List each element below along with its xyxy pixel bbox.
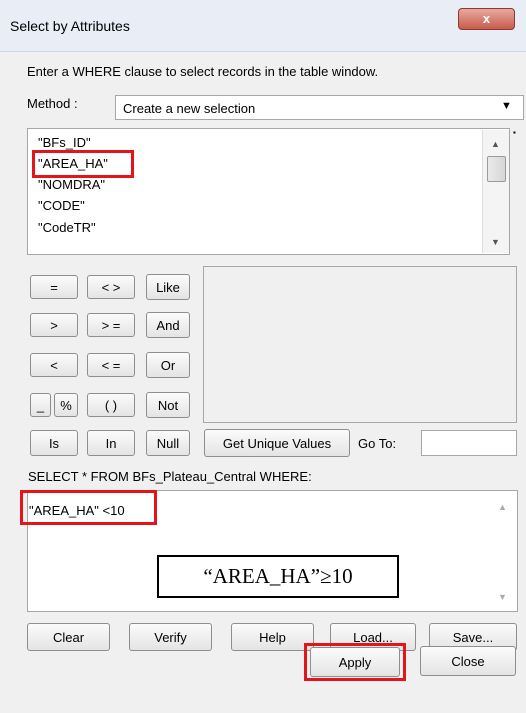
method-value: Create a new selection — [123, 101, 256, 116]
verify-button[interactable]: Verify — [129, 623, 212, 651]
scroll-up-icon[interactable]: ▲ — [491, 139, 500, 149]
highlight-apply — [304, 643, 406, 681]
null-button[interactable]: Null — [146, 430, 190, 456]
get-unique-values-button[interactable]: Get Unique Values — [204, 429, 350, 457]
like-button[interactable]: Like — [146, 274, 190, 300]
list-item[interactable]: "CodeTR" — [38, 220, 96, 235]
resize-mark: ▪ — [513, 128, 516, 137]
annotation-box: “AREA_HA”≥10 — [157, 555, 399, 598]
scroll-down-icon[interactable]: ▼ — [491, 237, 500, 247]
list-item[interactable]: "NOMDRA" — [38, 177, 105, 192]
not-button[interactable]: Not — [146, 392, 190, 418]
list-item[interactable]: "BFs_ID" — [38, 135, 91, 150]
and-button[interactable]: And — [146, 312, 190, 338]
field-list: "BFs_ID" "AREA_HA" "NOMDRA" "CODE" "Code… — [27, 128, 510, 255]
or-button[interactable]: Or — [146, 352, 190, 378]
window-title: Select by Attributes — [10, 18, 130, 34]
parentheses-button[interactable]: ( ) — [87, 393, 135, 417]
goto-label: Go To: — [358, 436, 397, 451]
field-list-scrollbar[interactable]: ▲ ▼ — [482, 130, 509, 253]
in-button[interactable]: In — [87, 430, 135, 456]
greater-than-button[interactable]: > — [30, 313, 78, 337]
select-by-attributes-dialog: Select by Attributes x Enter a WHERE cla… — [0, 0, 526, 713]
sql-prefix-label: SELECT * FROM BFs_Plateau_Central WHERE: — [28, 469, 312, 484]
close-window-button[interactable]: x — [458, 8, 515, 30]
title-bar: Select by Attributes x — [0, 0, 526, 52]
chevron-down-icon: ▼ — [501, 100, 512, 112]
less-equal-button[interactable]: < = — [87, 353, 135, 377]
help-button[interactable]: Help — [231, 623, 314, 651]
less-than-button[interactable]: < — [30, 353, 78, 377]
highlight-expression — [20, 490, 157, 525]
method-select[interactable]: Create a new selection ▼ — [115, 95, 524, 120]
instruction-text: Enter a WHERE clause to select records i… — [27, 64, 379, 79]
scroll-up-icon[interactable]: ▲ — [498, 502, 507, 512]
highlight-area-ha-field — [32, 150, 134, 178]
equals-button[interactable]: = — [30, 275, 78, 299]
close-button[interactable]: Close — [420, 646, 516, 676]
scroll-thumb[interactable] — [487, 156, 506, 182]
list-item[interactable]: "CODE" — [38, 198, 85, 213]
greater-equal-button[interactable]: > = — [87, 313, 135, 337]
is-button[interactable]: Is — [30, 430, 78, 456]
unique-values-list[interactable] — [203, 266, 517, 423]
not-equal-button[interactable]: < > — [87, 275, 135, 299]
underscore-button[interactable]: _ — [30, 393, 51, 417]
scroll-down-icon[interactable]: ▼ — [498, 592, 507, 602]
clear-button[interactable]: Clear — [27, 623, 110, 651]
expression-scrollbar[interactable]: ▲ ▼ — [489, 492, 517, 610]
percent-button[interactable]: % — [54, 393, 78, 417]
method-label: Method : — [27, 96, 78, 111]
goto-input[interactable] — [421, 430, 517, 456]
